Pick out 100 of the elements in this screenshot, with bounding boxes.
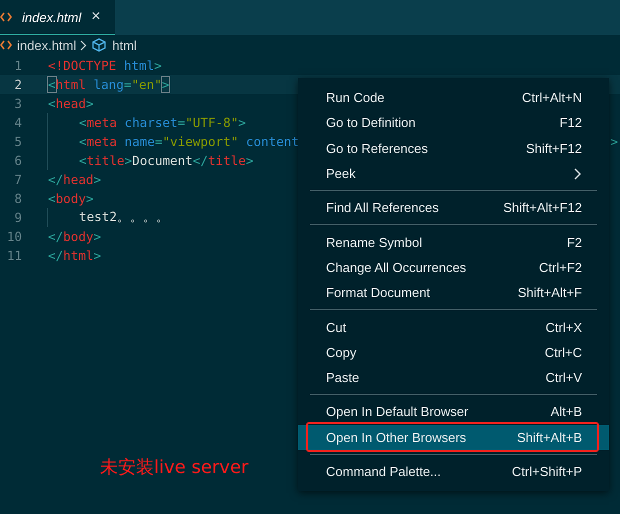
code-token: head: [56, 96, 86, 111]
line-number: 4: [13, 115, 22, 130]
shortcut-label: Ctrl+F2: [539, 260, 582, 275]
code-token: test2。。。。: [79, 209, 169, 226]
code-token: "viewport": [162, 134, 238, 149]
editor-tab[interactable]: index.html ×: [0, 0, 115, 35]
code-token: Document: [132, 153, 193, 168]
code-token: <: [48, 96, 56, 111]
shortcut-label: Ctrl+Shift+P: [512, 464, 582, 479]
menu-item[interactable]: Format Document Shift+Alt+F: [298, 280, 609, 306]
menu-item[interactable]: Go to References Shift+F12: [298, 136, 609, 161]
code-token: =: [154, 134, 162, 149]
code-token: title: [208, 153, 246, 168]
menu-item[interactable]: Command Palette... Ctrl+Shift+P: [298, 458, 609, 484]
menu-item[interactable]: Rename Symbol F2: [298, 229, 609, 255]
line-number: 2: [13, 77, 22, 92]
shortcut-label: Shift+Alt+F12: [503, 200, 582, 216]
annotation-note: 未安装live server: [100, 456, 248, 479]
line-number: 3: [13, 96, 22, 111]
shortcut-label: Shift+F12: [526, 140, 582, 156]
menu-item[interactable]: Peek: [298, 160, 609, 186]
code-token: <: [79, 134, 87, 149]
menu-label: Run Code: [326, 90, 385, 106]
code-token: title: [86, 153, 125, 168]
menu-item[interactable]: Open In Other Browsers Shift+Alt+B: [298, 424, 609, 450]
line-number: 5: [13, 134, 22, 149]
code-token: >: [86, 96, 94, 111]
line-number: 11: [6, 248, 22, 263]
line-number: 7: [13, 172, 22, 187]
breadcrumb-item[interactable]: index.html: [0, 38, 76, 52]
menu-label: Command Palette...: [326, 464, 441, 479]
menu-label: Go to Definition: [326, 115, 416, 130]
line-number: 10: [6, 229, 22, 244]
menu-label: Copy: [326, 344, 356, 360]
code-token: >: [238, 115, 246, 130]
code-token: </: [48, 229, 64, 244]
menu-item[interactable]: Copy Ctrl+C: [298, 340, 609, 365]
menu-item[interactable]: Open In Default Browser Alt+B: [298, 399, 609, 425]
line-number: 9: [13, 210, 22, 225]
menu-label: Paste: [326, 370, 360, 386]
chevron-right-icon: [80, 40, 88, 50]
code-token: html: [63, 248, 94, 263]
cube-icon: [91, 38, 108, 52]
shortcut-label: F12: [560, 115, 582, 130]
code-token: >: [154, 58, 162, 73]
code-token: </: [192, 153, 208, 168]
code-icon: [0, 40, 12, 50]
code-token: meta: [86, 115, 117, 130]
menu-label: Change All Occurrences: [326, 260, 466, 275]
menu-label: Open In Default Browser: [326, 404, 468, 420]
code-token: html: [122, 58, 154, 73]
code-token: "UTF-8": [185, 115, 238, 130]
code-token: <: [79, 115, 87, 130]
code-token: >: [94, 229, 102, 244]
code-token: charset: [124, 115, 178, 130]
menu-item[interactable]: Find All References Shift+Alt+F12: [298, 195, 609, 220]
shortcut-label: Alt+B: [550, 404, 582, 420]
shortcut-label: Shift+Alt+F: [518, 285, 582, 300]
breadcrumb-label: index.html: [17, 38, 76, 52]
menu-label: Find All References: [326, 200, 439, 216]
menu-label: Peek: [326, 166, 356, 182]
menu-item[interactable]: Go to Definition F12: [298, 110, 609, 136]
code-token: </: [48, 172, 64, 187]
shortcut-label: Ctrl+Alt+N: [522, 90, 582, 106]
code-token: "en": [131, 77, 162, 92]
code-token: head: [63, 172, 94, 187]
shortcut-label: Shift+Alt+B: [516, 430, 582, 445]
menu-item[interactable]: Change All Occurrences Ctrl+F2: [298, 254, 609, 280]
code-token: >: [94, 248, 102, 263]
menu-label: Go to References: [326, 140, 428, 156]
code-token: >: [610, 134, 618, 149]
code-token: >: [86, 191, 94, 206]
shortcut-label: F2: [566, 234, 582, 250]
breadcrumb-item[interactable]: html: [91, 38, 137, 52]
shortcut-label: Ctrl+C: [544, 344, 582, 360]
code-token: <: [48, 191, 56, 206]
menu-item[interactable]: Run Code Ctrl+Alt+N: [298, 85, 609, 110]
code-token: meta: [86, 134, 117, 149]
menu-label: Cut: [326, 320, 346, 335]
code-token: =: [124, 77, 132, 92]
breadcrumb-label: html: [112, 38, 137, 52]
close-icon[interactable]: ×: [91, 8, 101, 26]
code-token: lang: [92, 77, 124, 92]
code-token: >: [246, 153, 254, 168]
code-token: >: [94, 172, 102, 187]
code-token: html: [56, 77, 86, 92]
code-icon: [0, 12, 12, 22]
code-token: >: [124, 153, 132, 168]
menu-item[interactable]: Cut Ctrl+X: [298, 314, 609, 340]
code-token: >: [162, 77, 170, 92]
line-number: 8: [13, 191, 22, 206]
menu-label: Rename Symbol: [326, 234, 422, 250]
code-token: <: [48, 77, 56, 92]
line-number: 1: [13, 58, 22, 73]
code-token: body: [63, 229, 94, 244]
menu-item[interactable]: Paste Ctrl+V: [298, 364, 609, 390]
code-token: content: [244, 134, 299, 149]
code-token: body: [56, 191, 86, 206]
code-token: name: [124, 134, 155, 149]
code-token: =: [178, 115, 186, 130]
